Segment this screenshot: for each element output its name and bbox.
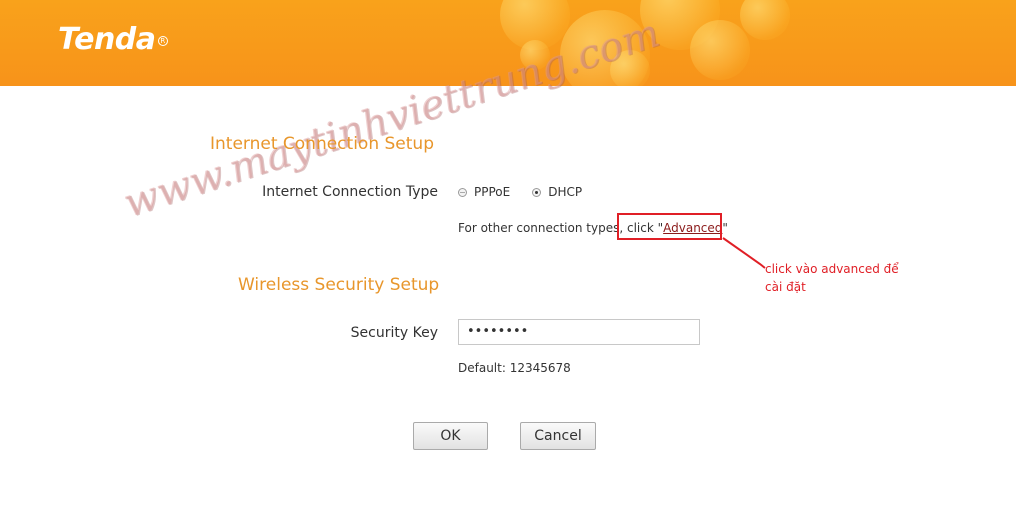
- annotation-text: click vào advanced để cài đặt: [765, 262, 899, 294]
- ok-button[interactable]: OK: [413, 422, 488, 450]
- wireless-section-title: Wireless Security Setup: [238, 275, 440, 295]
- security-key-input[interactable]: ••••••••: [458, 319, 700, 345]
- default-key-text: Default: 12345678: [458, 361, 571, 375]
- cancel-button[interactable]: Cancel: [520, 422, 596, 450]
- security-key-label: Security Key: [350, 325, 438, 341]
